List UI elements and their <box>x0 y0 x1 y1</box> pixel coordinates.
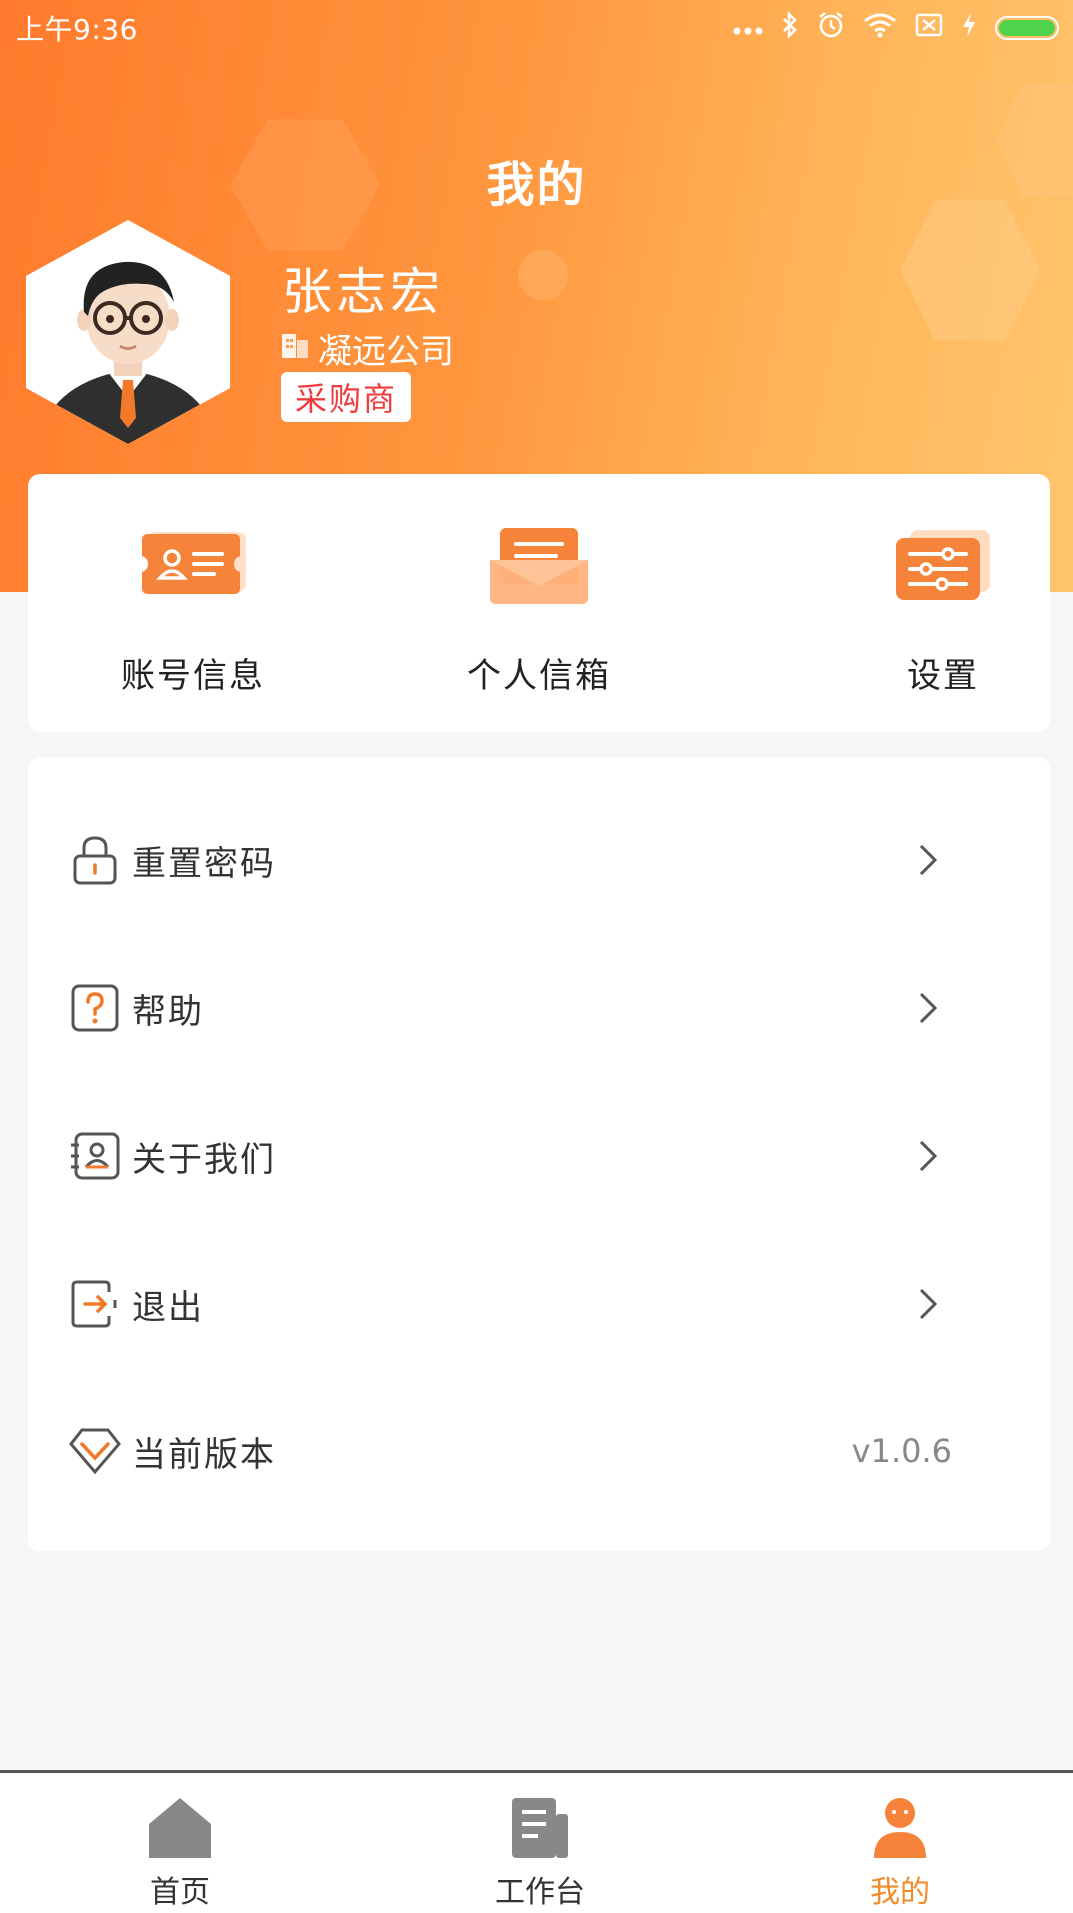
tab-home[interactable]: 首页 <box>80 1773 280 1913</box>
version-value: v1.0.6 <box>851 1432 952 1470</box>
help-icon <box>68 981 122 1035</box>
quick-action-label: 账号信息 <box>121 656 265 696</box>
decor-dot <box>518 250 568 300</box>
alarm-icon <box>817 11 845 46</box>
menu-item-label: 退出 <box>132 1287 204 1328</box>
more-dots-icon <box>733 13 763 43</box>
menu-item-label: 重置密码 <box>132 843 276 884</box>
bottom-tab-bar: 首页 工作台 我的 <box>0 1770 1073 1913</box>
menu-item-label: 帮助 <box>132 991 204 1032</box>
tab-workbench[interactable]: 工作台 <box>440 1773 640 1913</box>
company-name: 凝远公司 <box>318 332 454 372</box>
quick-action-settings[interactable]: 设置 <box>833 474 1053 732</box>
menu-item-label: 关于我们 <box>132 1139 276 1180</box>
chevron-right-icon <box>919 844 938 876</box>
menu-item-help[interactable]: 帮助 <box>0 934 1022 1082</box>
menu-item-reset-password[interactable]: 重置密码 <box>0 786 1022 934</box>
quick-action-label: 个人信箱 <box>467 656 611 696</box>
tab-label: 首页 <box>150 1875 210 1910</box>
menu-item-about-us[interactable]: 关于我们 <box>0 1082 1022 1230</box>
building-icon <box>280 328 310 369</box>
status-bar: 上午9:36 <box>0 0 1073 56</box>
quick-action-label: 设置 <box>907 656 979 696</box>
menu-item-logout[interactable]: 退出 <box>0 1230 1022 1378</box>
decor-hexagon <box>900 199 1040 341</box>
wifi-icon <box>863 12 897 45</box>
tab-profile[interactable]: 我的 <box>800 1773 1000 1913</box>
chevron-right-icon <box>919 992 938 1024</box>
version-diamond-icon <box>68 1424 122 1478</box>
workbench-icon <box>506 1795 574 1861</box>
tab-label: 我的 <box>870 1875 930 1910</box>
bluetooth-icon <box>781 10 799 46</box>
about-contact-icon <box>68 1129 122 1183</box>
profile-icon <box>866 1795 934 1861</box>
home-icon <box>146 1795 214 1861</box>
logout-icon <box>68 1277 122 1331</box>
status-icons <box>733 10 1059 46</box>
mailbox-icon <box>484 526 594 606</box>
page-title: 我的 <box>486 157 587 213</box>
quick-action-account-info[interactable]: 账号信息 <box>83 474 303 732</box>
screen: 上午9:36 我的 张志宏 凝远公司 采购商 账号信息 个人信箱 设置 重置密码… <box>0 0 1073 1913</box>
company: 凝远公司 <box>280 324 454 373</box>
charging-icon <box>961 12 977 45</box>
account-card-icon <box>138 526 248 606</box>
user-name: 张志宏 <box>282 263 444 321</box>
menu-item-version: 当前版本 v1.0.6 <box>0 1377 1022 1525</box>
battery-icon <box>995 16 1059 40</box>
role-badge: 采购商 <box>281 372 412 422</box>
chevron-right-icon <box>919 1140 938 1172</box>
settings-sliders-icon <box>888 526 998 606</box>
tab-label: 工作台 <box>495 1875 585 1910</box>
quick-action-mailbox[interactable]: 个人信箱 <box>429 474 649 732</box>
sim-icon <box>915 13 943 44</box>
menu-item-label: 当前版本 <box>132 1434 276 1475</box>
lock-icon <box>68 833 122 887</box>
status-time: 上午9:36 <box>16 13 138 46</box>
chevron-right-icon <box>919 1288 938 1320</box>
quick-actions-card: 账号信息 个人信箱 设置 <box>28 474 1050 732</box>
